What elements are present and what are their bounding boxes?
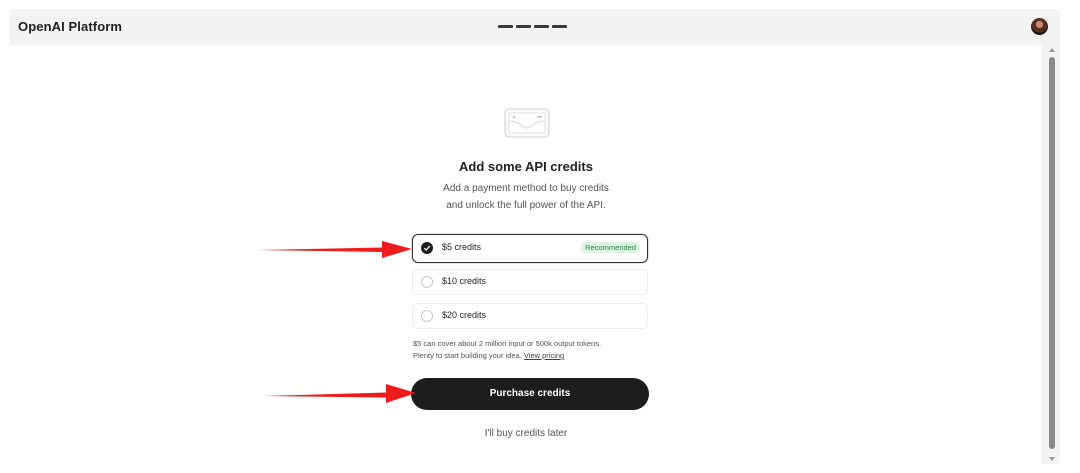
placeholder-dash <box>552 25 567 28</box>
top-bar: OpenAI Platform <box>10 9 1060 45</box>
scrollbar[interactable] <box>1045 45 1060 464</box>
purchase-credits-button[interactable]: Purchase credits <box>411 378 649 410</box>
scroll-up-icon[interactable] <box>1049 48 1055 52</box>
radio-icon <box>421 276 433 288</box>
radio-icon <box>421 310 433 322</box>
annotation-arrow-icon <box>264 384 416 403</box>
credits-note-line1: $5 can cover about 2 million input or 50… <box>413 339 602 348</box>
view-pricing-link[interactable]: View pricing <box>524 351 564 360</box>
placeholder-dash <box>498 25 513 28</box>
credit-option-label: $20 credits <box>442 310 487 320</box>
credit-option-20[interactable]: $20 credits <box>412 303 648 329</box>
annotation-arrow-icon <box>258 241 412 258</box>
wallet-card-icon <box>504 108 550 138</box>
checkmark-icon <box>421 242 433 254</box>
credit-option-label: $5 credits <box>442 242 482 252</box>
placeholder-dash <box>516 25 531 28</box>
browser-frame: OpenAI Platform Add some API credits Add… <box>10 9 1060 464</box>
buy-later-link[interactable]: I'll buy credits later <box>10 428 1042 439</box>
scrollbar-thumb[interactable] <box>1049 57 1055 449</box>
placeholder-dash <box>534 25 549 28</box>
scroll-down-icon[interactable] <box>1049 457 1055 461</box>
recommended-badge: Recommended <box>581 242 640 253</box>
platform-logo[interactable]: OpenAI Platform <box>18 19 122 34</box>
credits-panel: Add some API credits Add a payment metho… <box>10 45 1042 464</box>
credit-option-10[interactable]: $10 credits <box>412 269 648 295</box>
credits-subtitle-line1: Add a payment method to buy credits <box>443 183 609 194</box>
credits-note-text: Plenty to start building your idea. <box>413 351 522 360</box>
credit-option-5[interactable]: $5 credits Recommended <box>412 234 648 263</box>
loading-placeholder <box>498 25 567 28</box>
credits-note-line2: Plenty to start building your idea. View… <box>413 351 653 360</box>
credit-option-label: $10 credits <box>442 276 487 286</box>
credits-title: Add some API credits <box>459 159 593 174</box>
credits-subtitle-line2: and unlock the full power of the API. <box>446 200 606 211</box>
user-avatar[interactable] <box>1031 18 1048 35</box>
